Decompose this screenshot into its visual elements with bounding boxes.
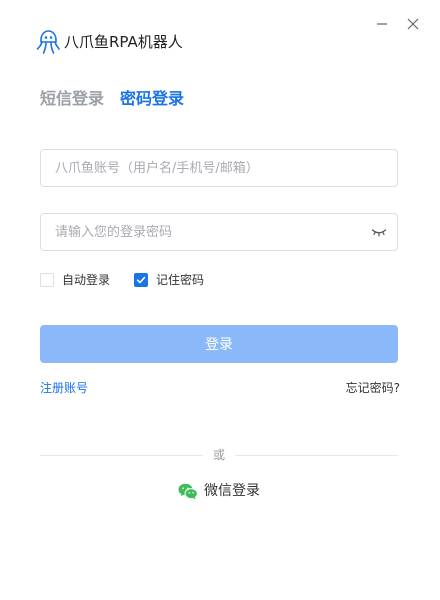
divider-line-left [40, 454, 203, 456]
auto-login-label: 自动登录 [62, 273, 111, 287]
checkmark-icon [136, 276, 146, 284]
wechat-login-label: 微信登录 [204, 483, 260, 499]
close-icon [407, 18, 419, 30]
wechat-icon [178, 483, 198, 500]
password-visibility-toggle[interactable] [371, 226, 387, 238]
auto-login-option[interactable]: 自动登录 [40, 271, 110, 289]
login-tabs: 短信登录 密码登录 [40, 86, 184, 112]
close-button[interactable] [403, 14, 423, 34]
auto-login-checkbox[interactable] [40, 273, 54, 287]
tab-password-login[interactable]: 密码登录 [120, 86, 184, 112]
or-divider: 或 [40, 446, 399, 464]
app-title: 八爪鱼RPA机器人 [64, 33, 183, 51]
account-input[interactable] [41, 150, 397, 186]
login-window: 八爪鱼RPA机器人 短信登录 密码登录 自动 [0, 0, 440, 600]
minimize-icon [377, 23, 387, 25]
minimize-button[interactable] [372, 14, 392, 34]
login-options: 自动登录 记住密码 [40, 271, 204, 289]
remember-password-label: 记住密码 [156, 273, 205, 287]
password-input[interactable] [41, 214, 397, 250]
eye-closed-icon [371, 229, 387, 237]
divider-text: 或 [213, 448, 226, 462]
account-field [40, 149, 398, 187]
tab-sms-login[interactable]: 短信登录 [40, 86, 104, 112]
forgot-password-link[interactable]: 忘记密码? [346, 379, 400, 397]
login-button[interactable]: 登录 [40, 325, 398, 363]
remember-password-checkbox[interactable] [134, 273, 149, 287]
wechat-login-button[interactable]: 微信登录 [178, 481, 260, 501]
remember-password-option[interactable]: 记住密码 [134, 271, 204, 289]
password-field [40, 213, 398, 251]
register-link[interactable]: 注册账号 [40, 379, 88, 397]
divider-line-right [235, 454, 399, 456]
app-brand: 八爪鱼RPA机器人 [36, 29, 183, 55]
octopus-robot-icon [36, 30, 60, 54]
